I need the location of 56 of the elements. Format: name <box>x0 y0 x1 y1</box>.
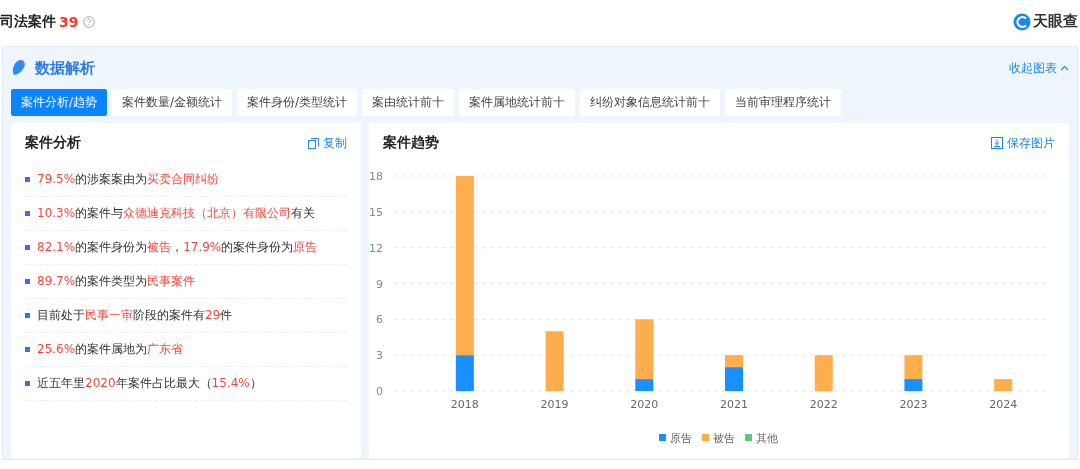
bullet-icon <box>25 177 30 182</box>
help-icon[interactable] <box>83 15 96 28</box>
bullet-icon <box>25 313 30 318</box>
y-axis-label: 9 <box>376 277 383 291</box>
legend-label: 原告 <box>670 432 692 445</box>
tab[interactable]: 案件属地统计前十 <box>459 89 576 116</box>
y-axis-label: 6 <box>376 313 383 327</box>
copy-icon <box>308 137 319 149</box>
copy-button[interactable]: 复制 <box>308 134 347 152</box>
section-title: 司法案件 <box>0 12 56 31</box>
analysis-sentence: 近五年里2020年案件占比最大（15.4%） <box>37 375 262 392</box>
x-axis-label: 2024 <box>989 398 1018 411</box>
y-axis-label: 18 <box>369 170 383 183</box>
bar-segment <box>994 379 1013 391</box>
y-axis-label: 3 <box>376 349 383 363</box>
bullet-icon <box>25 211 30 216</box>
bullet-icon <box>25 381 30 386</box>
analysis-sentence: 82.1%的案件身份为被告，17.9%的案件身份为原告 <box>37 239 318 256</box>
download-icon <box>991 137 1003 149</box>
chevron-up-icon <box>1060 65 1069 71</box>
y-axis-label: 12 <box>369 241 383 255</box>
tab[interactable]: 案件数量/金额统计 <box>112 89 233 116</box>
tab[interactable]: 纠纷对象信息统计前十 <box>580 89 721 116</box>
x-axis-label: 2020 <box>630 398 659 411</box>
bar-segment <box>814 355 833 391</box>
card-title: 案件分析 <box>25 134 81 152</box>
legend-label: 被告 <box>713 432 735 445</box>
collapse-charts-button[interactable]: 收起图表 <box>1009 59 1069 77</box>
card-title: 案件趋势 <box>383 134 439 152</box>
y-axis-label: 0 <box>376 385 383 398</box>
tab[interactable]: 案由统计前十 <box>362 89 455 116</box>
tab[interactable]: 当前审理程序统计 <box>725 89 842 116</box>
y-axis-label: 15 <box>369 205 383 219</box>
tab[interactable]: 案件身份/类型统计 <box>237 89 358 116</box>
analysis-sentence: 89.7%的案件类型为民事案件 <box>37 273 196 290</box>
x-axis-label: 2019 <box>540 398 569 411</box>
panel-title: 数据解析 <box>35 58 95 78</box>
x-axis-label: 2022 <box>809 398 838 411</box>
case-count: 39 <box>59 13 79 30</box>
logo-text: 天眼查 <box>1033 12 1078 31</box>
logo-icon <box>1013 12 1031 31</box>
analysis-sentence: 79.5%的涉案案由为买卖合同纠纷 <box>37 171 220 188</box>
bullet-icon <box>25 245 30 250</box>
bar-segment <box>545 331 564 391</box>
x-axis-label: 2018 <box>450 398 479 411</box>
bullet-icon <box>25 347 30 352</box>
legend-label: 其他 <box>756 432 778 445</box>
x-axis-label: 2021 <box>720 398 748 411</box>
tab[interactable]: 案件分析/趋势 <box>11 89 108 116</box>
analysis-sentence: 目前处于民事一审阶段的案件有29件 <box>37 307 233 324</box>
x-axis-label: 2023 <box>899 398 928 411</box>
save-image-button[interactable]: 保存图片 <box>991 134 1055 152</box>
bullet-icon <box>25 279 30 284</box>
analysis-sentence: 25.6%的案件属地为广东省 <box>37 341 184 358</box>
leaf-icon <box>11 59 27 77</box>
analysis-sentence: 10.3%的案件与众德迪克科技（北京）有限公司有关 <box>37 205 316 222</box>
